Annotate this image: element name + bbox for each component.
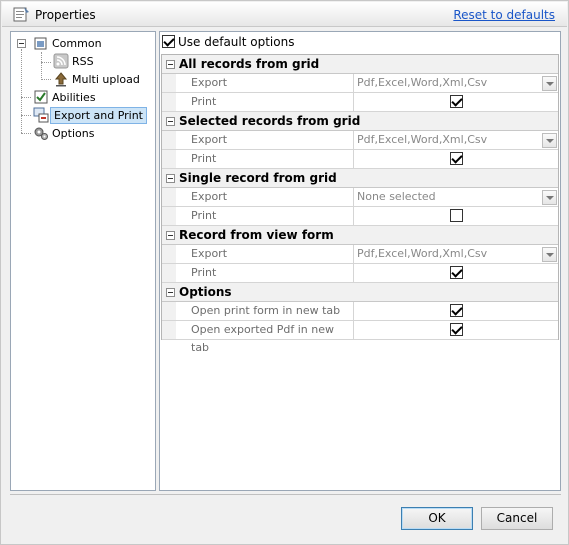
collapse-icon[interactable]	[166, 231, 175, 240]
property-name: Export	[176, 188, 354, 206]
properties-icon	[13, 6, 31, 22]
dialog-title: Properties	[35, 8, 96, 22]
export-row: Export Pdf,Excel,Word,Xml,Csv	[162, 245, 558, 264]
export-print-icon	[33, 107, 49, 123]
property-name: Export	[176, 245, 354, 263]
upload-icon	[53, 71, 69, 87]
open-exported-pdf-row: Open exported Pdf in new tab	[162, 321, 558, 354]
open-print-form-checkbox[interactable]	[450, 304, 463, 317]
property-name: Print	[176, 207, 354, 225]
export-row: Export None selected	[162, 188, 558, 207]
print-checkbox[interactable]	[450, 266, 463, 279]
collapse-icon[interactable]	[166, 60, 175, 69]
property-name: Print	[176, 150, 354, 168]
group-header[interactable]: Options	[162, 283, 558, 302]
property-name: Print	[176, 264, 354, 282]
options-panel: Use default options All records from gri…	[159, 31, 561, 491]
print-row: Print	[162, 207, 558, 226]
chevron-down-icon[interactable]	[542, 247, 557, 262]
property-name: Export	[176, 131, 354, 149]
footer-divider	[10, 494, 561, 495]
use-default-checkbox[interactable]	[162, 35, 175, 48]
group-header[interactable]: Record from view form	[162, 226, 558, 245]
settings-tree: Common RSS Multi upload Abilities Export…	[10, 31, 156, 491]
tree-item-abilities[interactable]: Abilities	[33, 89, 143, 106]
export-select[interactable]: Pdf,Excel,Word,Xml,Csv	[355, 245, 558, 263]
property-name: Open print form in new tab	[176, 302, 354, 320]
print-row: Print	[162, 150, 558, 169]
gear-icon	[33, 125, 49, 141]
properties-dialog: Properties Reset to defaults Common RSS …	[0, 0, 569, 545]
property-name: Open exported Pdf in new tab	[176, 321, 354, 354]
open-exported-pdf-checkbox[interactable]	[450, 323, 463, 336]
export-select[interactable]: Pdf,Excel,Word,Xml,Csv	[355, 74, 558, 92]
group-title: Record from view form	[179, 228, 334, 242]
select-value: None selected	[357, 190, 436, 203]
title-bar: Properties Reset to defaults	[2, 2, 567, 27]
tree-item-label: Multi upload	[72, 73, 140, 86]
chevron-down-icon[interactable]	[542, 190, 557, 205]
property-name: Print	[176, 93, 354, 111]
print-row: Print	[162, 264, 558, 283]
group-header[interactable]: Selected records from grid	[162, 112, 558, 131]
group-header[interactable]: Single record from grid	[162, 169, 558, 188]
tree-item-rss[interactable]: RSS	[53, 53, 143, 70]
cancel-button[interactable]: Cancel	[481, 507, 553, 530]
select-value: Pdf,Excel,Word,Xml,Csv	[357, 76, 488, 89]
tree-item-export-and-print[interactable]: Export and Print	[33, 107, 153, 124]
tree-item-label: Abilities	[52, 91, 96, 104]
export-select[interactable]: Pdf,Excel,Word,Xml,Csv	[355, 131, 558, 149]
print-checkbox[interactable]	[450, 209, 463, 222]
export-row: Export Pdf,Excel,Word,Xml,Csv	[162, 131, 558, 150]
group-title: All records from grid	[179, 57, 320, 71]
tree-item-common[interactable]: Common	[33, 35, 143, 52]
ok-button[interactable]: OK	[401, 507, 473, 530]
group-title: Selected records from grid	[179, 114, 361, 128]
collapse-icon[interactable]	[166, 174, 175, 183]
print-checkbox[interactable]	[450, 152, 463, 165]
collapse-icon[interactable]	[166, 117, 175, 126]
group-title: Options	[179, 285, 232, 299]
tree-item-label: RSS	[72, 55, 94, 68]
tree-item-multi-upload[interactable]: Multi upload	[53, 71, 153, 88]
group-title: Single record from grid	[179, 171, 337, 185]
tree-item-label: Common	[52, 37, 102, 50]
common-collapse-toggle[interactable]	[17, 39, 26, 48]
property-name: Export	[176, 74, 354, 92]
export-select[interactable]: None selected	[355, 188, 558, 206]
tree-item-label: Export and Print	[50, 107, 147, 124]
collapse-icon[interactable]	[166, 288, 175, 297]
rss-icon	[53, 53, 69, 69]
print-row: Print	[162, 93, 558, 112]
common-settings-icon	[33, 35, 49, 51]
select-value: Pdf,Excel,Word,Xml,Csv	[357, 247, 488, 260]
export-row: Export Pdf,Excel,Word,Xml,Csv	[162, 74, 558, 93]
tree-item-label: Options	[52, 127, 95, 140]
open-print-form-row: Open print form in new tab	[162, 302, 558, 321]
print-checkbox[interactable]	[450, 95, 463, 108]
tree-item-options[interactable]: Options	[33, 125, 143, 142]
property-grid: All records from grid Export Pdf,Excel,W…	[161, 54, 559, 354]
use-default-label: Use default options	[178, 35, 295, 49]
reset-to-defaults-link[interactable]: Reset to defaults	[453, 8, 555, 22]
chevron-down-icon[interactable]	[542, 76, 557, 91]
select-value: Pdf,Excel,Word,Xml,Csv	[357, 133, 488, 146]
chevron-down-icon[interactable]	[542, 133, 557, 148]
group-header[interactable]: All records from grid	[162, 55, 558, 74]
abilities-icon	[33, 89, 49, 105]
